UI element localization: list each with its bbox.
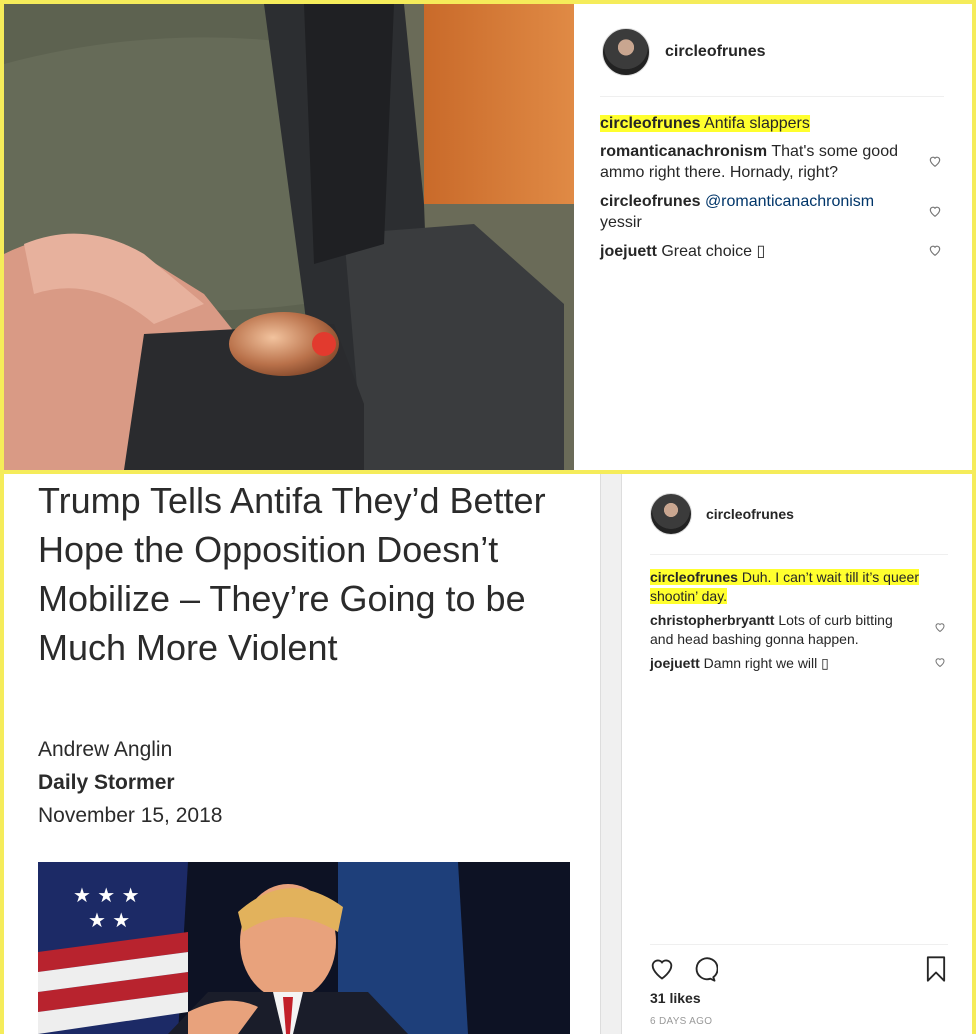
username[interactable]: circleofrunes (665, 43, 765, 61)
caption: circleofrunes Antifa slappers (600, 114, 900, 135)
svg-text:★ ★: ★ ★ (88, 908, 130, 932)
likes-count[interactable]: 31 likes (650, 990, 701, 1006)
post-photo-ammo (4, 4, 574, 470)
article-photo: ★ ★ ★ ★ ★ (38, 862, 570, 1034)
ammo-photo-illustration (4, 4, 574, 470)
post-header: circleofrunes (602, 28, 765, 76)
post-header: circleofrunes (650, 493, 794, 535)
heart-icon[interactable] (928, 243, 942, 257)
caption: circleofrunes Duh. I can’t wait till it’… (650, 568, 940, 606)
article-date: November 15, 2018 (38, 804, 223, 827)
username[interactable]: circleofrunes (706, 506, 794, 522)
divider-line (650, 944, 948, 945)
comment-text: Great choice ▯ (661, 243, 766, 260)
comment: joejuett Damn right we will ▯ (650, 654, 916, 673)
comment: romanticanachronism That's some good amm… (600, 142, 910, 184)
svg-text:★ ★ ★: ★ ★ ★ (73, 883, 140, 907)
mention-link[interactable]: @romanticanachronism (705, 193, 874, 210)
article-headline: Trump Tells Antifa They’d Better Hope th… (38, 480, 546, 668)
panel-divider (600, 474, 622, 1034)
article-photo-illustration: ★ ★ ★ ★ ★ (38, 862, 570, 1034)
top-post-sidebar: circleofrunes circleofrunes Antifa slapp… (574, 4, 972, 470)
comment-user[interactable]: joejuett (600, 243, 657, 260)
comment-user[interactable]: circleofrunes (600, 193, 700, 210)
avatar[interactable] (602, 28, 650, 76)
article-author: Andrew Anglin (38, 738, 173, 761)
heart-icon[interactable] (648, 954, 676, 982)
comment: christopherbryantt Lots of curb bitting … (650, 611, 916, 649)
divider-line (650, 554, 948, 555)
heart-icon[interactable] (934, 656, 946, 668)
heart-icon[interactable] (928, 154, 942, 168)
bookmark-icon[interactable] (924, 955, 948, 983)
post-timestamp: 6 DAYS AGO (650, 1016, 713, 1027)
article-source: Daily Stormer (38, 771, 175, 794)
comment-user[interactable]: romanticanachronism (600, 143, 767, 160)
comment-user[interactable]: circleofrunes (650, 569, 738, 585)
comment-user[interactable]: christopherbryantt (650, 612, 774, 628)
avatar[interactable] (650, 493, 692, 535)
heart-icon[interactable] (934, 621, 946, 633)
comment-icon[interactable] (690, 955, 718, 983)
comment-text: Antifa slappers (704, 115, 810, 132)
comment: joejuett Great choice ▯ (600, 242, 910, 263)
comment: circleofrunes @romanticanachronism yessi… (600, 192, 910, 234)
bottom-post-sidebar: circleofrunes circleofrunes Duh. I can’t… (622, 474, 972, 1034)
comment-user[interactable]: circleofrunes (600, 115, 700, 132)
article-screenshot: Trump Tells Antifa They’d Better Hope th… (4, 474, 600, 1034)
comment-text: Damn right we will ▯ (703, 655, 829, 671)
comment-user[interactable]: joejuett (650, 655, 700, 671)
comment-text: yessir (600, 213, 642, 231)
divider-line (600, 96, 944, 97)
heart-icon[interactable] (928, 204, 942, 218)
